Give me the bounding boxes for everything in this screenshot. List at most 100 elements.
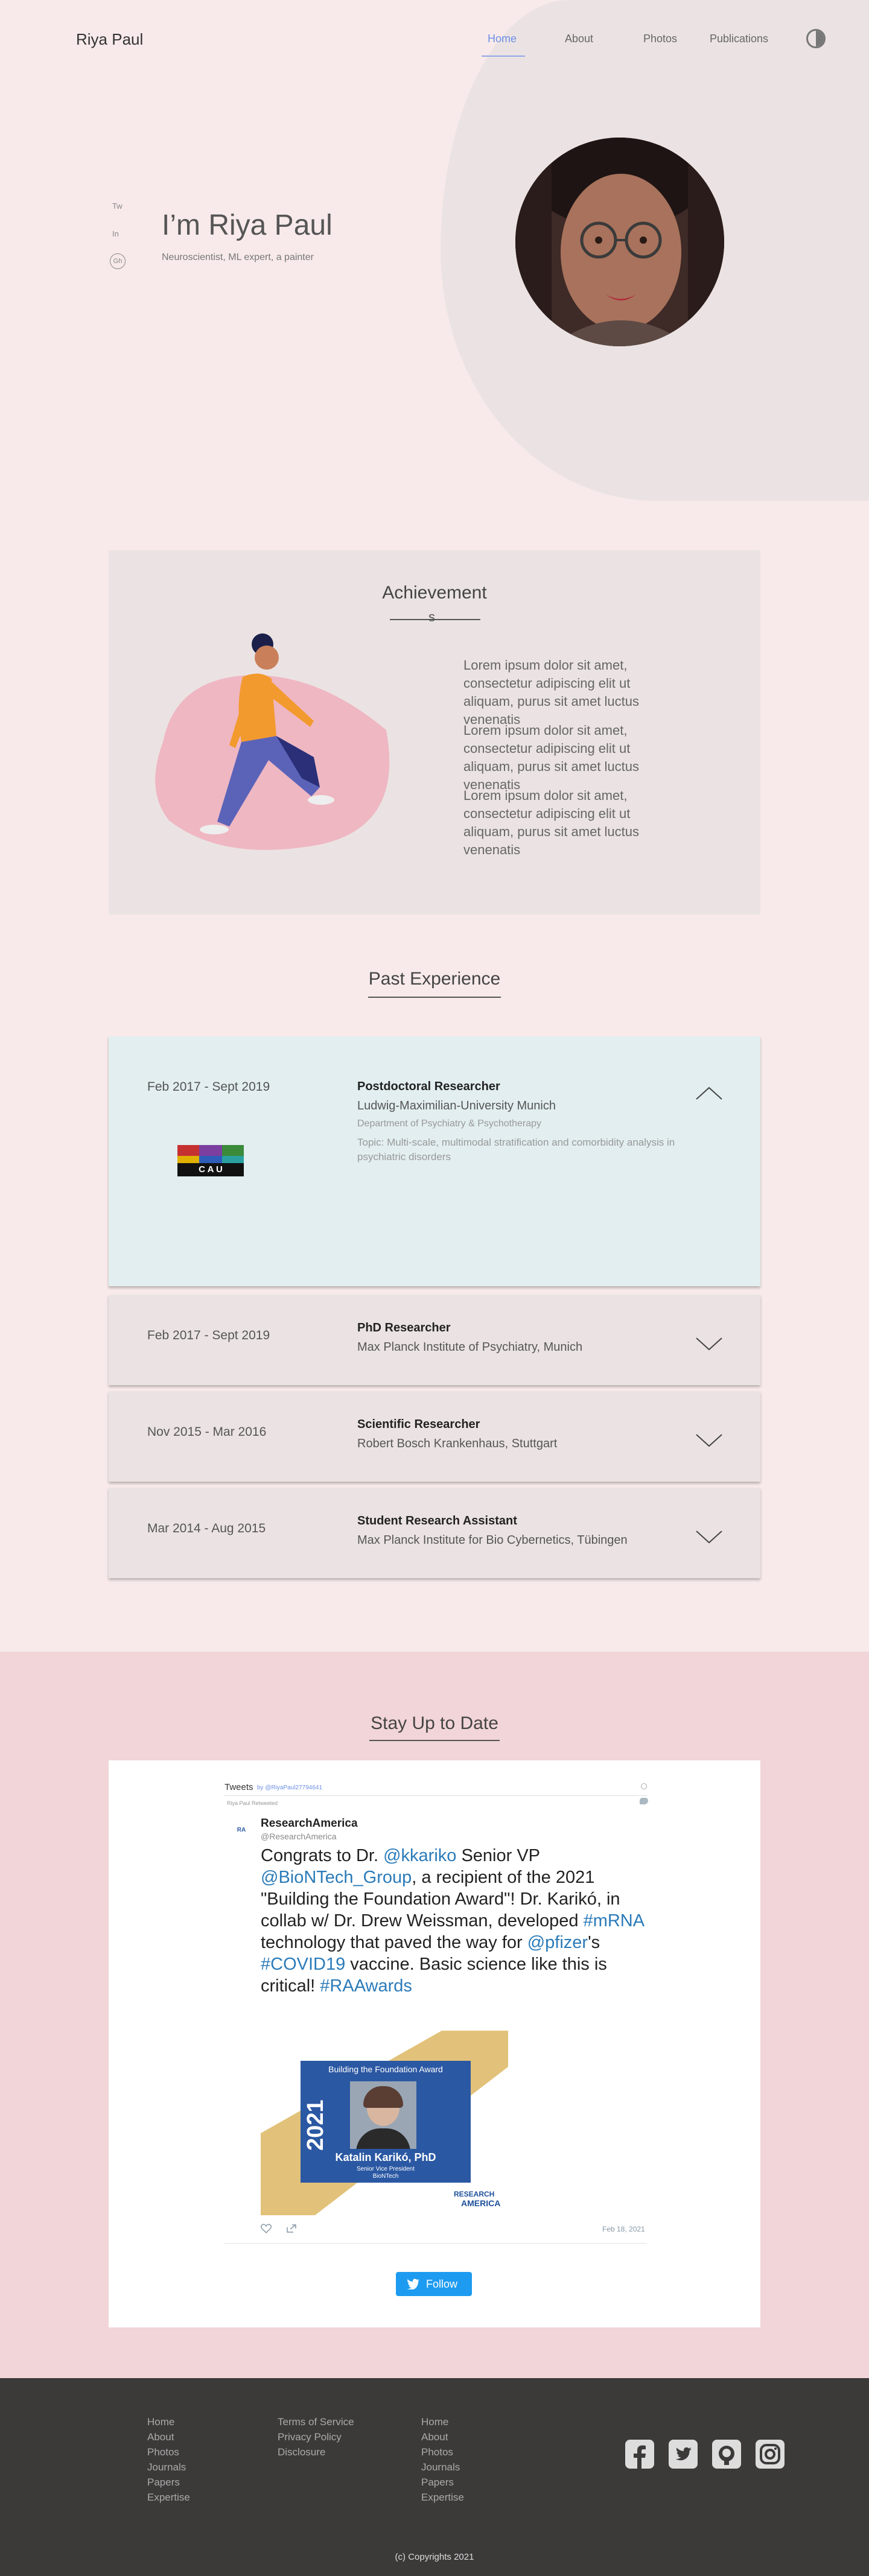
achievement-paragraph: Lorem ipsum dolor sit amet, consectetur … bbox=[463, 723, 640, 792]
twitter-bird-icon bbox=[407, 2279, 419, 2289]
experience-item[interactable]: Nov 2015 - Mar 2016 Scientific Researche… bbox=[109, 1391, 760, 1482]
achievement-marker: s bbox=[428, 609, 435, 624]
retweet-label: Riya Paul Retweeted bbox=[227, 1800, 278, 1806]
instagram-icon[interactable] bbox=[756, 2440, 785, 2469]
site-logo[interactable]: Riya Paul bbox=[76, 30, 143, 49]
experience-title-underline bbox=[368, 997, 501, 998]
achievement-title-underline bbox=[390, 619, 480, 620]
footer-link[interactable]: Papers bbox=[147, 2475, 190, 2490]
nav-photos[interactable]: Photos bbox=[643, 33, 677, 45]
experience-institution: Ludwig-Maximilian-University Munich bbox=[357, 1099, 556, 1112]
award-portrait bbox=[350, 2081, 416, 2149]
achievement-paragraph: Lorem ipsum dolor sit amet, consectetur … bbox=[463, 788, 640, 857]
nav-publications[interactable]: Publications bbox=[710, 33, 768, 45]
timeline-divider bbox=[224, 1795, 647, 1796]
chevron-down-icon[interactable] bbox=[695, 1337, 723, 1351]
experience-institution: Max Planck Institute for Bio Cybernetics… bbox=[357, 1534, 628, 1547]
experience-date: Nov 2015 - Mar 2016 bbox=[147, 1425, 267, 1439]
github-icon[interactable] bbox=[712, 2440, 741, 2469]
nav-home[interactable]: Home bbox=[488, 33, 517, 45]
achievement-title: Achievement bbox=[382, 583, 487, 603]
hero-title: I’m Riya Paul bbox=[162, 209, 333, 241]
twitter-bird-icon[interactable] bbox=[640, 1798, 648, 1804]
tweet-hashtag[interactable]: #COVID19 bbox=[261, 1955, 345, 1974]
footer-link[interactable]: Expertise bbox=[147, 2490, 190, 2505]
tweet-hashtag[interactable]: #RAAwards bbox=[320, 1976, 412, 1996]
experience-date: Mar 2014 - Aug 2015 bbox=[147, 1521, 266, 1535]
tweet-hashtag[interactable]: #mRNA bbox=[584, 1911, 644, 1930]
footer-link[interactable]: Home bbox=[147, 2414, 190, 2429]
like-heart-icon[interactable] bbox=[261, 2224, 272, 2233]
footer-link[interactable]: Privacy Policy bbox=[278, 2429, 354, 2444]
experience-role: Postdoctoral Researcher bbox=[357, 1080, 500, 1093]
tweet-mention[interactable]: @kkariko bbox=[383, 1846, 456, 1865]
twitter-icon[interactable] bbox=[669, 2440, 698, 2469]
footer-link[interactable]: Journals bbox=[147, 2460, 190, 2475]
footer-column-resources: Home About Photos Journals Papers Expert… bbox=[421, 2414, 464, 2505]
timeline-header: Tweets bbox=[224, 1782, 253, 1792]
copyright: (c) Copyrights 2021 bbox=[395, 2552, 474, 2562]
footer-link[interactable]: Terms of Service bbox=[278, 2414, 354, 2429]
award-org: BioNTech bbox=[372, 2173, 399, 2180]
footer-link[interactable]: Photos bbox=[421, 2444, 464, 2460]
timeline-owner[interactable]: by @RiyaPaul27794641 bbox=[257, 1784, 322, 1791]
nav-about[interactable]: About bbox=[565, 33, 593, 45]
footer-link[interactable]: Photos bbox=[147, 2444, 190, 2460]
footer-link[interactable]: Home bbox=[421, 2414, 464, 2429]
tweet-media-image[interactable]: Building the Foundation Award 2021 Katal… bbox=[261, 2031, 508, 2215]
footer-column-main: Home About Photos Journals Papers Expert… bbox=[147, 2414, 190, 2505]
runner-illustration bbox=[155, 633, 390, 850]
achievement-paragraph: Lorem ipsum dolor sit amet, consectetur … bbox=[463, 658, 640, 727]
updates-title: Stay Up to Date bbox=[371, 1713, 498, 1733]
experience-date: Feb 2017 - Sept 2019 bbox=[147, 1080, 270, 1094]
experience-department: Department of Psychiatry & Psychotherapy bbox=[357, 1118, 542, 1129]
updates-title-underline bbox=[369, 1740, 500, 1741]
follow-label: Follow bbox=[426, 2278, 458, 2290]
info-icon[interactable] bbox=[641, 1783, 647, 1789]
footer-link[interactable]: About bbox=[421, 2429, 464, 2444]
theme-toggle-icon[interactable] bbox=[806, 29, 826, 48]
experience-institution: Robert Bosch Krankenhaus, Stuttgart bbox=[357, 1437, 558, 1450]
github-link[interactable]: Gh bbox=[110, 253, 126, 269]
award-name: Katalin Karikó, PhD bbox=[335, 2151, 436, 2163]
footer-link[interactable]: About bbox=[147, 2429, 190, 2444]
tweet-mention[interactable]: @pfizer bbox=[527, 1933, 588, 1952]
award-title: Building the Foundation Award bbox=[328, 2064, 443, 2074]
experience-role: Scientific Researcher bbox=[357, 1418, 480, 1431]
share-icon[interactable] bbox=[286, 2224, 297, 2233]
footer-link[interactable]: Disclosure bbox=[278, 2444, 354, 2460]
chevron-down-icon[interactable] bbox=[695, 1530, 723, 1544]
award-role: Senior Vice President bbox=[357, 2166, 415, 2172]
cau-logo: C A U bbox=[177, 1145, 244, 1176]
tweet-text: Congrats to Dr. @kkariko Senior VP @BioN… bbox=[261, 1846, 644, 1996]
footer-link[interactable]: Expertise bbox=[421, 2490, 464, 2505]
experience-role: Student Research Assistant bbox=[357, 1514, 517, 1528]
nav-active-indicator bbox=[482, 56, 525, 57]
tweet-date[interactable]: Feb 18, 2021 bbox=[602, 2225, 645, 2233]
profile-photo bbox=[515, 138, 724, 346]
footer-column-legal: Terms of Service Privacy Policy Disclosu… bbox=[278, 2414, 354, 2460]
chevron-down-icon[interactable] bbox=[695, 1433, 723, 1448]
footer-link[interactable]: Journals bbox=[421, 2460, 464, 2475]
cau-logo-text: C A U bbox=[177, 1163, 244, 1176]
experience-item-expanded[interactable]: Feb 2017 - Sept 2019 Postdoctoral Resear… bbox=[109, 1036, 760, 1286]
experience-item[interactable]: Feb 2017 - Sept 2019 PhD Researcher Max … bbox=[109, 1295, 760, 1385]
twitter-link[interactable]: Tw bbox=[112, 201, 123, 211]
footer-link[interactable]: Papers bbox=[421, 2475, 464, 2490]
award-brand-top: RESEARCH bbox=[454, 2190, 495, 2198]
experience-role: PhD Researcher bbox=[357, 1321, 451, 1334]
tweet-mention[interactable]: @BioNTech_Group bbox=[261, 1868, 412, 1887]
chevron-up-icon[interactable] bbox=[695, 1086, 723, 1100]
experience-item[interactable]: Mar 2014 - Aug 2015 Student Research Ass… bbox=[109, 1488, 760, 1578]
experience-topic: Topic: Multi-scale, multimodal stratific… bbox=[357, 1137, 675, 1163]
account-name[interactable]: ResearchAmerica bbox=[261, 1817, 358, 1830]
follow-button[interactable]: Follow bbox=[396, 2272, 472, 2296]
facebook-icon[interactable] bbox=[625, 2440, 654, 2469]
account-avatar[interactable]: RA bbox=[229, 1822, 253, 1839]
experience-title: Past Experience bbox=[368, 969, 501, 989]
experience-date: Feb 2017 - Sept 2019 bbox=[147, 1328, 270, 1342]
linkedin-link[interactable]: In bbox=[112, 229, 119, 238]
hero-subtitle: Neuroscientist, ML expert, a painter bbox=[162, 252, 314, 262]
account-handle[interactable]: @ResearchAmerica bbox=[261, 1832, 336, 1841]
experience-institution: Max Planck Institute of Psychiatry, Muni… bbox=[357, 1340, 583, 1354]
